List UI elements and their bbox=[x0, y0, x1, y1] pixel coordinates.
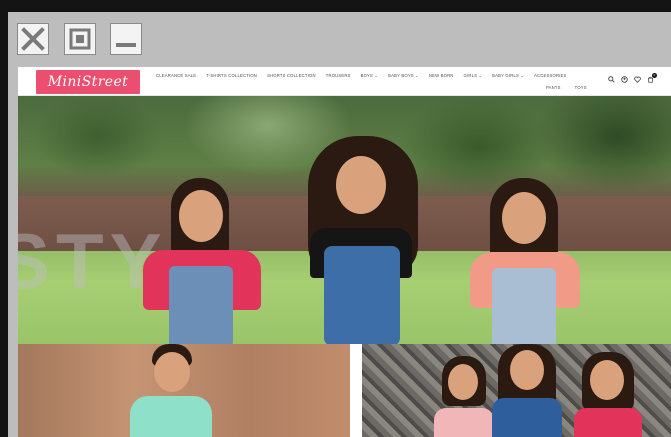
header-icons: 0 bbox=[608, 72, 657, 84]
maximize-button[interactable] bbox=[64, 23, 96, 55]
minimize-icon bbox=[116, 43, 136, 47]
tile-girl-2 bbox=[492, 344, 562, 437]
secondary-navigation: PANTS TOYS bbox=[546, 84, 587, 92]
heart-icon[interactable] bbox=[634, 76, 641, 83]
maximize-icon bbox=[69, 28, 91, 50]
hero-child-center bbox=[296, 136, 426, 344]
nav-clearance-sale[interactable]: CLEARANCE SALE bbox=[156, 72, 196, 80]
nav-accessories[interactable]: ACCESSORIES bbox=[534, 72, 566, 80]
category-tile-girls[interactable] bbox=[362, 344, 671, 437]
tile-girl-1 bbox=[434, 356, 494, 437]
category-tiles bbox=[18, 344, 671, 437]
close-button[interactable] bbox=[17, 23, 49, 55]
hero-banner[interactable]: STYL bbox=[18, 96, 671, 344]
tile-girl-3 bbox=[574, 352, 642, 437]
nav-baby-girls[interactable]: BABY GIRLS ⌄ bbox=[492, 72, 524, 80]
webpage: MiniStreet CLEARANCE SALE T-SHIRTS COLLE… bbox=[18, 67, 671, 437]
site-logo[interactable]: MiniStreet bbox=[36, 70, 140, 94]
nav-toys[interactable]: TOYS bbox=[575, 84, 587, 92]
cart-icon[interactable]: 0 bbox=[647, 72, 657, 83]
nav-new-born[interactable]: NEW BORN bbox=[429, 72, 454, 80]
hero-child-right bbox=[466, 178, 586, 344]
browser-window: MiniStreet CLEARANCE SALE T-SHIRTS COLLE… bbox=[8, 12, 671, 437]
tile-divider bbox=[350, 344, 362, 437]
nav-pants[interactable]: PANTS bbox=[546, 84, 561, 92]
nav-shorts-collection[interactable]: SHORTS COLLECTION bbox=[267, 72, 316, 80]
close-icon bbox=[21, 27, 45, 51]
nav-trousers[interactable]: TROUSERS bbox=[326, 72, 351, 80]
user-icon[interactable] bbox=[621, 75, 628, 83]
search-icon[interactable] bbox=[608, 75, 615, 83]
main-navigation: CLEARANCE SALE T-SHIRTS COLLECTION SHORT… bbox=[156, 72, 596, 80]
tile-boy bbox=[126, 344, 216, 437]
hero-child-left bbox=[143, 178, 263, 344]
minimize-button[interactable] bbox=[110, 23, 142, 55]
nav-boys[interactable]: BOYS ⌄ bbox=[361, 72, 379, 80]
nav-t-shirts-collection[interactable]: T-SHIRTS COLLECTION bbox=[206, 72, 257, 80]
site-header: MiniStreet CLEARANCE SALE T-SHIRTS COLLE… bbox=[18, 67, 671, 96]
nav-baby-boys[interactable]: BABY BOYS ⌄ bbox=[388, 72, 419, 80]
category-tile-boys[interactable] bbox=[18, 344, 350, 437]
nav-girls[interactable]: GIRLS ⌄ bbox=[464, 72, 483, 80]
cart-count-badge: 0 bbox=[652, 72, 657, 78]
